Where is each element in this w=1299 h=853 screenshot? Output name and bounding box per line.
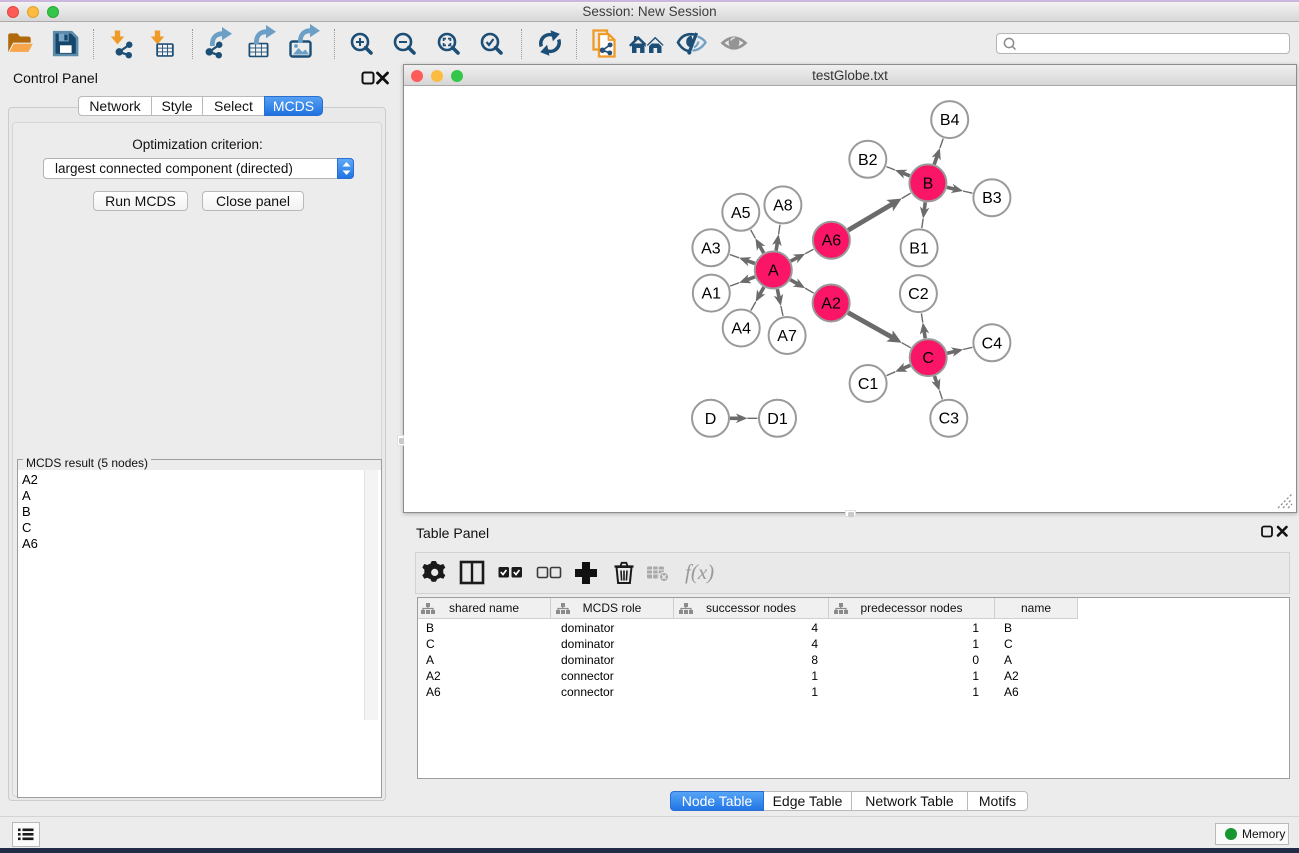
svg-text:D: D — [705, 411, 717, 428]
svg-text:C2: C2 — [908, 286, 929, 303]
svg-text:A: A — [768, 263, 779, 280]
svg-text:B: B — [923, 175, 934, 192]
svg-text:A3: A3 — [701, 240, 721, 257]
svg-text:D1: D1 — [767, 411, 788, 428]
svg-text:A7: A7 — [777, 328, 797, 345]
svg-text:A5: A5 — [731, 205, 751, 222]
svg-text:C3: C3 — [939, 411, 960, 428]
svg-text:C: C — [922, 350, 934, 367]
svg-text:B3: B3 — [982, 190, 1002, 207]
svg-text:A6: A6 — [822, 233, 842, 250]
svg-text:B2: B2 — [858, 152, 878, 169]
svg-text:f(x): f(x) — [685, 560, 714, 584]
svg-text:A1: A1 — [702, 286, 722, 303]
svg-text:A2: A2 — [821, 296, 841, 313]
svg-text:C4: C4 — [982, 335, 1003, 352]
svg-text:A8: A8 — [773, 197, 793, 214]
svg-text:C1: C1 — [858, 376, 879, 393]
svg-text:B1: B1 — [909, 240, 929, 257]
svg-text:A4: A4 — [731, 321, 751, 338]
svg-text:B4: B4 — [940, 112, 960, 129]
